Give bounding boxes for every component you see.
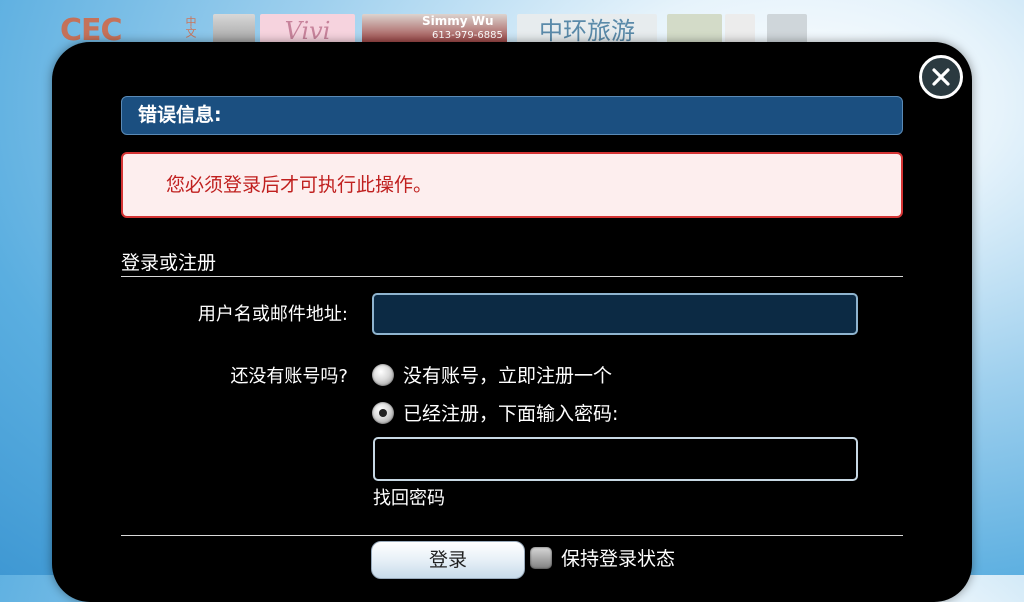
forgot-password-link[interactable]: 找回密码 — [373, 484, 445, 510]
radio-register-label: 没有账号，立即注册一个 — [403, 365, 613, 387]
keep-logged-in[interactable]: 保持登录状态 — [530, 544, 675, 571]
divider — [121, 276, 903, 277]
username-label: 用户名或邮件地址: — [197, 304, 348, 325]
radio-password-label: 已经注册，下面输入密码: — [403, 403, 619, 425]
error-message: 您必须登录后才可执行此操作。 — [121, 152, 903, 218]
error-header: 错误信息: — [121, 96, 903, 135]
ad-tile-simmy-phone: 613-979-6885 — [432, 30, 503, 41]
background-banner: CEC 中文 Vivi Simmy Wu 613-979-6885 中环旅游 — [55, 8, 815, 48]
account-question-label: 还没有账号吗? — [230, 366, 348, 387]
password-input[interactable] — [373, 437, 858, 481]
radio-password[interactable] — [372, 401, 394, 424]
username-input[interactable] — [372, 293, 858, 335]
login-button[interactable]: 登录 — [371, 541, 525, 579]
section-title: 登录或注册 — [121, 252, 217, 274]
ad-tile-simmy-name: Simmy Wu — [422, 14, 494, 28]
radio-option-password[interactable]: 已经注册，下面输入密码: — [372, 399, 618, 426]
logo-sub: 中文 — [184, 16, 197, 38]
radio-register[interactable] — [372, 363, 394, 386]
close-button[interactable] — [919, 55, 963, 99]
close-icon — [932, 68, 950, 86]
divider — [121, 535, 903, 536]
keep-logged-in-label: 保持登录状态 — [561, 548, 676, 570]
radio-option-register[interactable]: 没有账号，立即注册一个 — [372, 361, 612, 388]
keep-logged-in-checkbox[interactable] — [530, 546, 552, 569]
